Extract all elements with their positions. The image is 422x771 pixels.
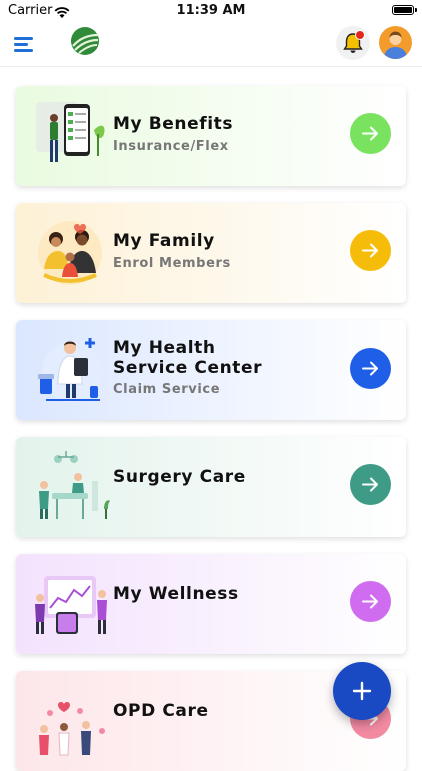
card-subtitle: Enrol Members [113,256,231,271]
battery-icon [392,5,417,15]
family-illustration-icon [30,217,116,289]
add-fab-button[interactable] [333,662,391,720]
card-title-line2: Service Center [113,358,263,378]
app-header [0,22,422,67]
card-title: OPD Care [113,701,209,721]
surgery-care-card[interactable]: Surgery Care [16,437,406,537]
card-title: Surgery Care [113,467,246,487]
arrow-right-icon[interactable] [350,464,391,505]
notification-bell-icon[interactable] [336,26,370,60]
status-bar: Carrier 11:39 AM [0,0,422,22]
card-title-line1: My Health [113,338,216,358]
card-title: My Health Service Center [113,338,262,378]
app-logo-icon [70,26,100,56]
opd-illustration-icon [30,685,116,757]
clock: 11:39 AM [176,3,246,18]
arrow-right-icon[interactable] [350,230,391,271]
my-family-card[interactable]: My Family Enrol Members [16,203,406,303]
card-subtitle: Insurance/Flex [113,139,229,154]
doctor-illustration-icon [30,334,116,406]
phone-benefits-illustration-icon [30,100,116,172]
arrow-right-icon[interactable] [350,113,391,154]
arrow-right-icon[interactable] [350,581,391,622]
card-title: My Family [113,231,215,251]
arrow-right-icon[interactable] [350,348,391,389]
my-wellness-card[interactable]: My Wellness [16,554,406,654]
hamburger-menu-icon[interactable] [14,34,40,54]
my-health-service-center-card[interactable]: My Health Service Center Claim Service [16,320,406,420]
plus-icon [352,681,372,701]
wellness-illustration-icon [30,568,116,640]
card-title: My Benefits [113,114,234,134]
my-benefits-card[interactable]: My Benefits Insurance/Flex [16,86,406,186]
card-title: My Wellness [113,584,239,604]
surgery-illustration-icon [30,451,116,523]
profile-avatar-icon[interactable] [379,26,412,59]
notification-badge [355,30,365,40]
card-subtitle: Claim Service [113,382,221,397]
